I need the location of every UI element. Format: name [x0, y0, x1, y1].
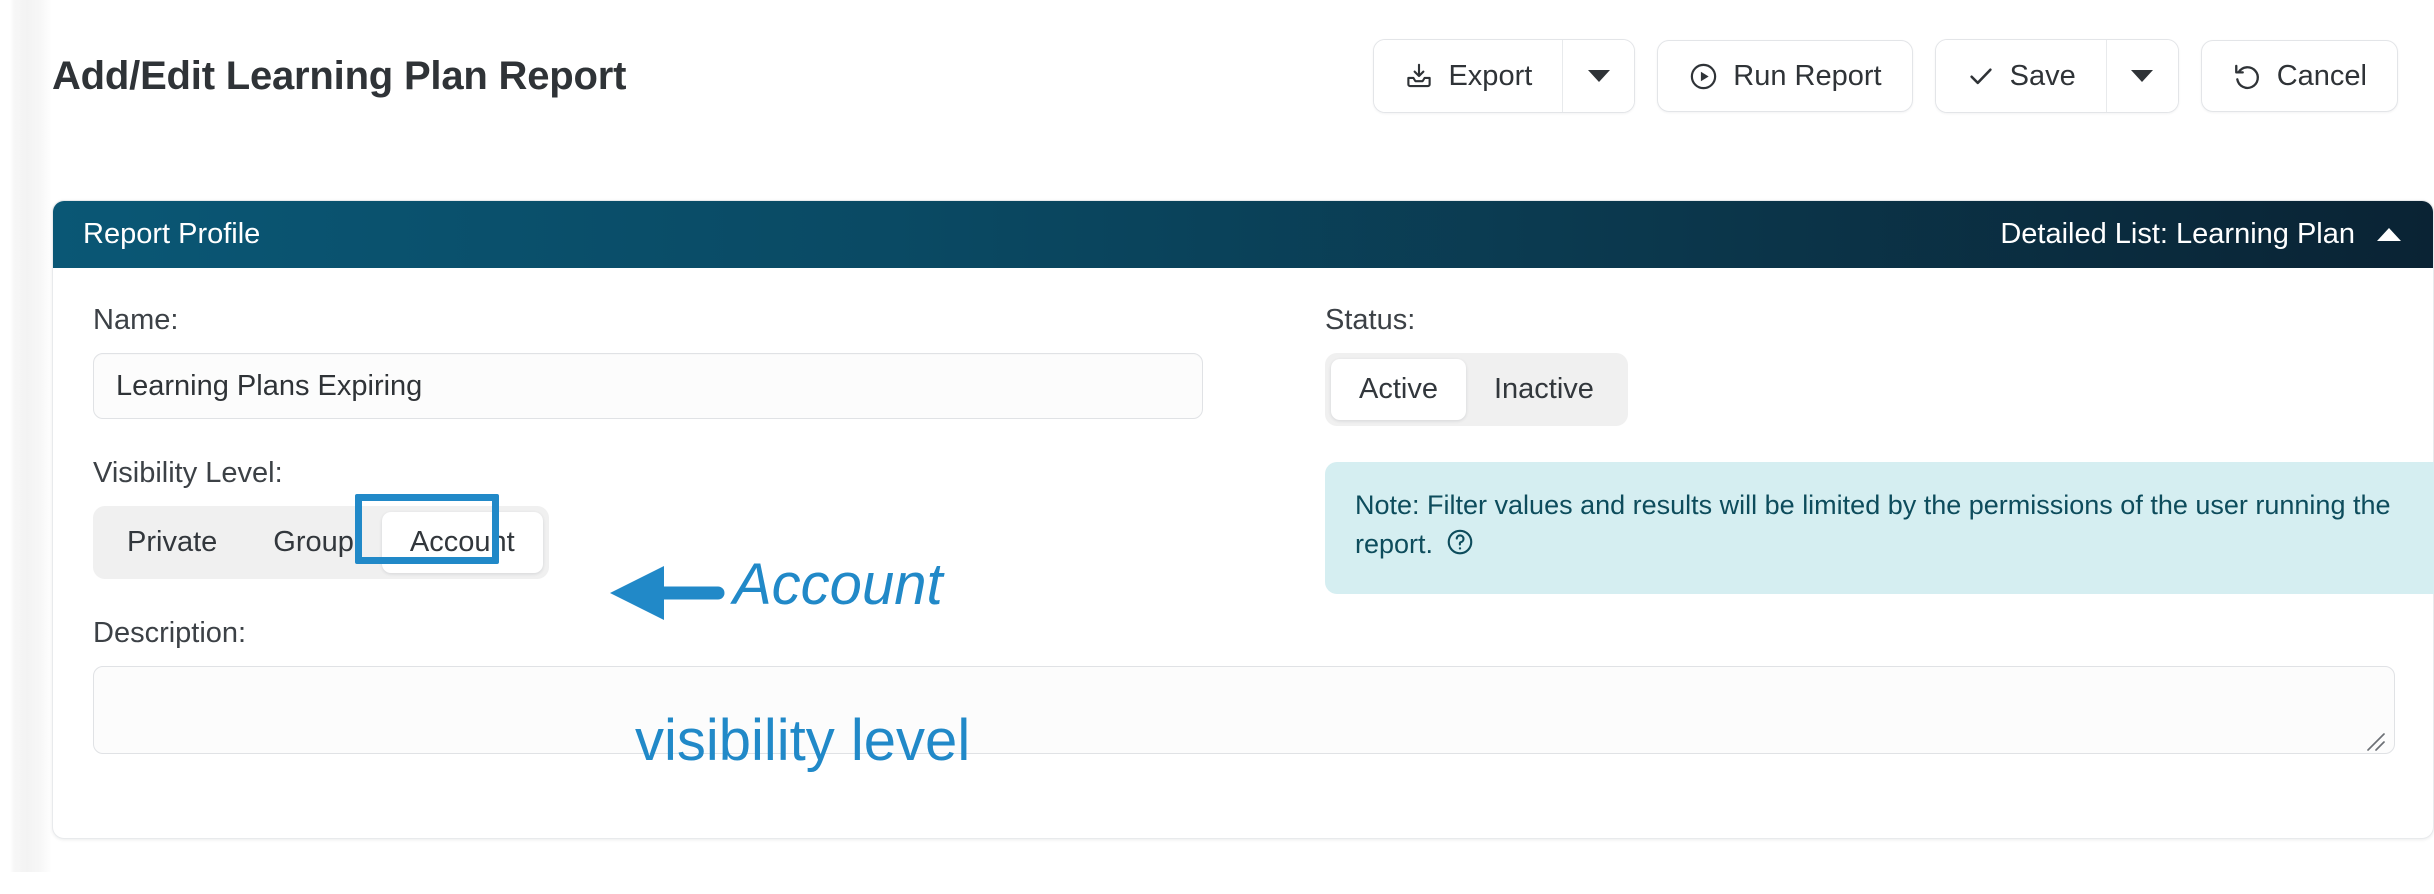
- description-textarea[interactable]: [93, 666, 2395, 754]
- form-right-column: Status: Active Inactive Note: Filter val…: [1325, 304, 2434, 666]
- export-button[interactable]: Export: [1374, 40, 1563, 112]
- save-button-label: Save: [2009, 59, 2076, 92]
- export-button-group: Export: [1373, 39, 1636, 113]
- status-segmented-control: Active Inactive: [1325, 353, 1628, 426]
- visibility-level-label: Visibility Level:: [93, 457, 283, 489]
- export-button-label: Export: [1448, 59, 1533, 92]
- check-icon: [1966, 61, 1996, 91]
- description-field-label: Description:: [93, 617, 247, 649]
- undo-arrow-icon: [2232, 61, 2263, 92]
- card-header-title: Report Profile: [83, 218, 261, 250]
- run-report-button-label: Run Report: [1733, 59, 1882, 92]
- cancel-button[interactable]: Cancel: [2200, 40, 2398, 112]
- report-profile-card-body: Name: Visibility Level: Private Group Ac…: [53, 268, 2434, 838]
- visibility-level-row: Private Group Account: [93, 494, 1283, 579]
- chevron-down-icon: [1587, 70, 1610, 82]
- status-option-active[interactable]: Active: [1331, 359, 1466, 420]
- name-input[interactable]: [93, 353, 1203, 419]
- play-circle-icon: [1688, 61, 1719, 92]
- save-dropdown-button[interactable]: [2105, 40, 2178, 112]
- page-title: Add/Edit Learning Plan Report: [52, 53, 627, 98]
- chevron-up-icon: [2377, 228, 2401, 241]
- visibility-option-account[interactable]: Account: [381, 512, 543, 573]
- chevron-down-icon: [2131, 70, 2154, 82]
- status-field-label: Status:: [1325, 304, 1416, 336]
- visibility-option-private[interactable]: Private: [99, 512, 245, 573]
- save-button[interactable]: Save: [1935, 40, 2106, 112]
- card-collapse-toggle[interactable]: Detailed List: Learning Plan: [2000, 218, 2401, 251]
- report-profile-card-header: Report Profile Detailed List: Learning P…: [53, 201, 2433, 268]
- card-header-subtitle: Detailed List: Learning Plan: [2000, 218, 2355, 250]
- cancel-button-label: Cancel: [2276, 59, 2367, 92]
- export-dropdown-button[interactable]: [1562, 40, 1635, 112]
- save-button-group: Save: [1934, 39, 2179, 113]
- permissions-note: Note: Filter values and results will be …: [1325, 462, 2434, 595]
- visibility-level-segmented-control: Private Group Account: [93, 506, 549, 579]
- permissions-note-text: Note: Filter values and results will be …: [1355, 490, 2391, 560]
- run-report-button[interactable]: Run Report: [1657, 40, 1913, 112]
- report-profile-card: Report Profile Detailed List: Learning P…: [52, 200, 2434, 839]
- page-header: Add/Edit Learning Plan Report Export Run…: [0, 0, 2434, 152]
- visibility-option-group[interactable]: Group: [245, 512, 382, 573]
- toolbar: Export Run Report Save Cancel: [1373, 39, 2398, 113]
- download-tray-icon: [1404, 61, 1434, 91]
- help-circle-icon[interactable]: [1445, 527, 1475, 568]
- form-left-column: Name: Visibility Level: Private Group Ac…: [93, 304, 1283, 666]
- status-option-inactive[interactable]: Inactive: [1466, 359, 1622, 420]
- description-textarea-wrap: [93, 666, 2395, 759]
- name-field-label: Name:: [93, 304, 179, 336]
